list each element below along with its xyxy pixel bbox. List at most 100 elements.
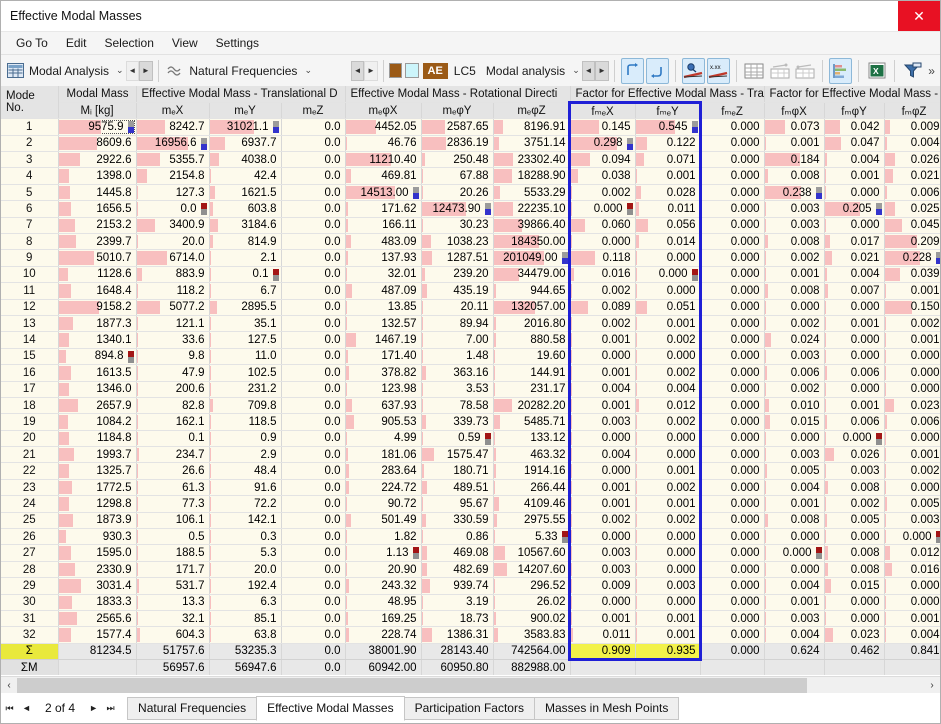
cell-value[interactable]: 1.82 [345,529,421,545]
cell-value[interactable]: 171.7 [136,561,209,577]
cell-mode-no[interactable]: 22 [1,463,58,479]
cell-value[interactable]: 2.1 [209,250,281,266]
cell-value[interactable]: 0.003 [764,217,824,233]
summary-cell[interactable]: 0.841 [884,643,940,659]
cell-value[interactable]: 1325.7 [58,463,136,479]
cell-value[interactable]: 880.58 [493,332,570,348]
cell-value[interactable]: 0.001 [884,447,940,463]
cell-mode-no[interactable]: 16 [1,365,58,381]
ae-badge[interactable]: AE [423,63,448,79]
cell-value[interactable]: 0.000 [824,184,884,200]
cell-value[interactable]: 0.118 [570,250,635,266]
numeric-values-button[interactable]: x.xx [707,58,730,84]
cell-value[interactable]: 250.48 [421,152,493,168]
cell-value[interactable]: 127.5 [209,332,281,348]
table-row[interactable]: 111648.4118.26.70.0487.09435.19944.650.0… [1,283,940,299]
table-row[interactable]: 72153.23400.93184.60.0166.1130.2339866.4… [1,217,940,233]
scroll-thumb[interactable] [17,678,807,693]
cell-value[interactable]: 8242.7 [136,119,209,135]
cell-value[interactable]: 0.003 [884,512,940,528]
cell-value[interactable]: 239.20 [421,266,493,282]
cell-value[interactable]: 0.038 [570,168,635,184]
menu-item-go-to[interactable]: Go To [7,34,57,52]
table-row[interactable]: 201184.80.10.90.04.990.59133.120.0000.00… [1,430,940,446]
cell-value[interactable]: 39866.40 [493,217,570,233]
header-col-meY[interactable]: mₑY [209,102,281,118]
cell-value[interactable]: 1128.6 [58,266,136,282]
cell-value[interactable]: 0.002 [764,250,824,266]
cell-value[interactable]: 1648.4 [58,283,136,299]
cell-value[interactable]: 0.000 [700,627,764,643]
cell-value[interactable]: 709.8 [209,397,281,413]
summary-cell[interactable]: 51757.6 [136,643,209,659]
cell-value[interactable]: 814.9 [209,234,281,250]
summary-cell[interactable]: 882988.00 [493,660,570,675]
header-group-factor-translational[interactable]: Factor for Effective Modal Mass - Tra [570,86,764,102]
cell-value[interactable]: 1445.8 [58,184,136,200]
cell-value[interactable]: 0.000 [824,611,884,627]
cell-value[interactable]: 0.001 [635,168,700,184]
cell-value[interactable]: 1287.51 [421,250,493,266]
cell-value[interactable]: 10567.60 [493,545,570,561]
cell-value[interactable]: 2399.7 [58,234,136,250]
cell-value[interactable]: 0.0 [281,152,345,168]
cell-value[interactable]: 0.014 [635,234,700,250]
cell-value[interactable]: 72.2 [209,496,281,512]
cell-value[interactable]: 20.11 [421,299,493,315]
cell-value[interactable]: 0.000 [884,430,940,446]
cell-mode-no[interactable]: 27 [1,545,58,561]
cell-value[interactable]: 339.73 [421,414,493,430]
cell-mode-no[interactable]: 14 [1,332,58,348]
cell-value[interactable]: 487.09 [345,283,421,299]
cell-mode-no[interactable]: 25 [1,512,58,528]
cell-value[interactable]: 0.000 [824,430,884,446]
cell-value[interactable]: 0.006 [764,365,824,381]
cell-value[interactable]: 3751.14 [493,135,570,151]
cell-value[interactable]: 1084.2 [58,414,136,430]
cell-value[interactable]: 121.1 [136,315,209,331]
results-table-container[interactable]: Mode No. Modal Mass Effective Modal Mass… [1,86,940,675]
header-col-mephiZ[interactable]: mₑφZ [493,102,570,118]
summary-row[interactable]: ΣM56957.656947.60.060942.0060950.8088298… [1,660,940,675]
cell-value[interactable]: 482.69 [421,561,493,577]
cell-value[interactable]: 0.0 [281,430,345,446]
cell-value[interactable]: 0.002 [635,332,700,348]
cell-mode-no[interactable]: 18 [1,397,58,413]
cell-value[interactable]: 0.039 [884,266,940,282]
cell-value[interactable]: 0.9 [209,430,281,446]
cell-value[interactable]: 0.003 [764,348,824,364]
table-row[interactable]: 293031.4531.7192.40.0243.32939.74296.520… [1,578,940,594]
table-row[interactable]: 211993.7234.72.90.0181.061575.47463.320.… [1,447,940,463]
cell-value[interactable]: 1346.0 [58,381,136,397]
cell-value[interactable]: 1621.5 [209,184,281,200]
cell-value[interactable]: 102.5 [209,365,281,381]
cell-mode-no[interactable]: 13 [1,315,58,331]
cell-value[interactable]: 0.024 [764,332,824,348]
cell-mode-no[interactable]: 6 [1,201,58,217]
cell-value[interactable]: 5.3 [209,545,281,561]
cell-value[interactable]: 0.000 [700,545,764,561]
cell-value[interactable]: 0.545 [635,119,700,135]
cell-value[interactable]: 0.0 [281,332,345,348]
cell-value[interactable]: 469.81 [345,168,421,184]
cell-value[interactable]: 0.000 [570,430,635,446]
cell-value[interactable]: 0.000 [700,119,764,135]
cell-value[interactable]: 22235.10 [493,201,570,217]
table-row[interactable]: 282330.9171.720.00.020.90482.6914207.600… [1,561,940,577]
filter-button[interactable] [901,58,924,84]
cell-value[interactable]: 0.008 [824,545,884,561]
cell-value[interactable]: 0.0 [281,561,345,577]
cell-value[interactable]: 0.000 [700,348,764,364]
cell-value[interactable]: 894.8 [58,348,136,364]
cell-value[interactable]: 0.000 [700,414,764,430]
chevron-down-icon-2[interactable]: ⌄ [304,65,312,76]
cell-value[interactable]: 3583.83 [493,627,570,643]
cell-value[interactable]: 0.000 [700,184,764,200]
cell-value[interactable]: 0.004 [764,627,824,643]
cell-value[interactable]: 1833.3 [58,594,136,610]
cell-value[interactable]: 11.0 [209,348,281,364]
cell-value[interactable]: 0.002 [764,315,824,331]
cell-mode-no[interactable]: 30 [1,594,58,610]
cell-value[interactable]: 1772.5 [58,479,136,495]
cell-value[interactable]: 0.001 [884,611,940,627]
